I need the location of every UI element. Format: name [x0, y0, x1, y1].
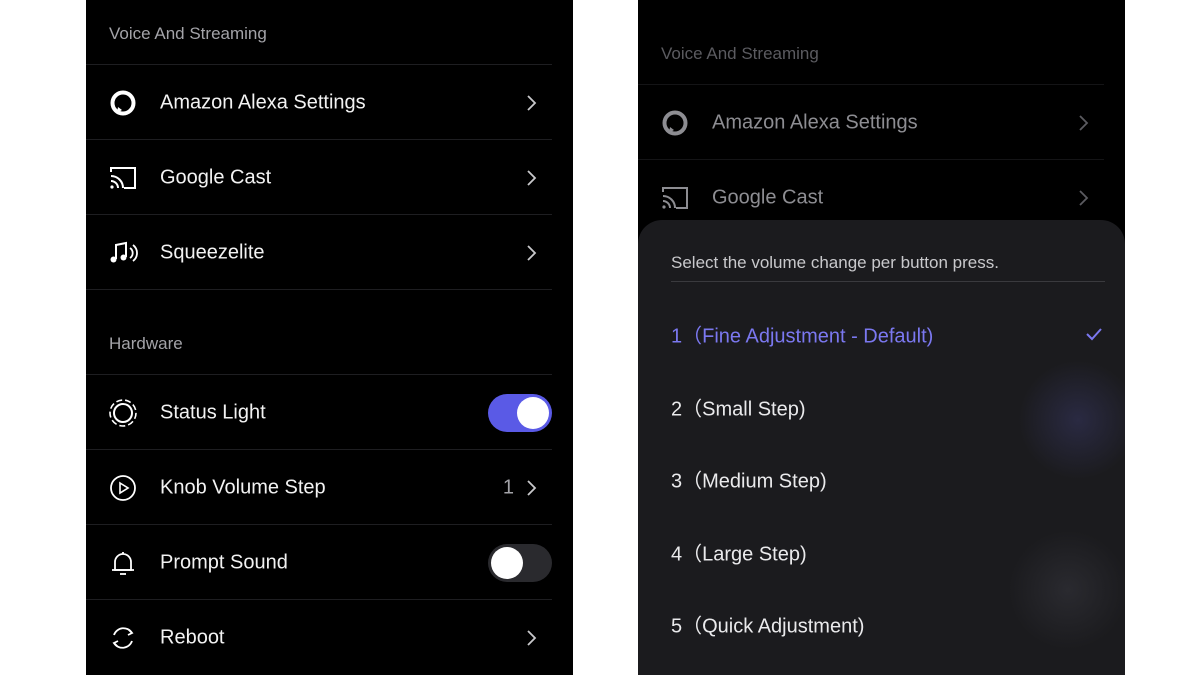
alexa-settings-row: Amazon Alexa Settings: [638, 84, 1104, 160]
toggle-knob: [517, 396, 549, 429]
row-label: Google Cast: [712, 186, 824, 208]
toggle-knob: [491, 546, 523, 579]
alexa-icon: [660, 108, 690, 138]
volume-step-sheet: Select the volume change per button pres…: [638, 220, 1125, 675]
prompt-sound-toggle[interactable]: [488, 543, 552, 582]
status-light-icon: [108, 398, 138, 428]
alexa-icon: [108, 88, 138, 118]
knob-volume-step-value: 1: [502, 476, 514, 498]
volume-option-5[interactable]: 5（Quick Adjustment): [671, 604, 1105, 644]
row-label: Reboot: [160, 626, 225, 648]
volume-option-4[interactable]: 4（Large Step): [671, 532, 1105, 572]
volume-option-3[interactable]: 3（Medium Step): [671, 459, 1105, 499]
option-label: 4（Large Step): [671, 543, 807, 566]
music-note-icon: [108, 238, 138, 268]
cast-icon: [660, 183, 690, 213]
row-label: Squeezelite: [160, 241, 265, 263]
prompt-sound-row: Prompt Sound: [86, 524, 552, 600]
option-label: 1（Fine Adjustment - Default): [671, 325, 934, 348]
option-label: 3（Medium Step): [671, 470, 827, 493]
option-label: 5（Quick Adjustment): [671, 615, 865, 638]
cast-icon: [108, 163, 138, 193]
sheet-title: Select the volume change per button pres…: [671, 253, 999, 272]
status-light-row: Status Light: [86, 374, 552, 450]
row-label: Status Light: [160, 401, 266, 423]
option-label: 2（Small Step): [671, 398, 806, 421]
section-header-hardware: Hardware: [109, 334, 183, 353]
play-circle-icon: [108, 473, 138, 503]
volume-step-screen: Voice And Streaming Amazon Alexa Setting…: [638, 0, 1125, 675]
reboot-icon: [108, 623, 138, 653]
section-header-voice-streaming: Voice And Streaming: [109, 24, 267, 43]
row-label: Amazon Alexa Settings: [160, 91, 366, 113]
squeezelite-row[interactable]: Squeezelite: [86, 214, 552, 290]
chevron-right-icon: [1076, 114, 1090, 132]
volume-option-1[interactable]: 1（Fine Adjustment - Default): [671, 314, 1105, 354]
chevron-right-icon: [524, 629, 538, 647]
chevron-right-icon: [524, 94, 538, 112]
knob-volume-step-row[interactable]: Knob Volume Step 1: [86, 449, 552, 525]
bell-icon: [108, 548, 138, 578]
chevron-right-icon: [524, 244, 538, 262]
google-cast-row[interactable]: Google Cast: [86, 139, 552, 215]
section-header-voice-streaming: Voice And Streaming: [661, 44, 819, 63]
divider: [86, 289, 552, 290]
volume-option-2[interactable]: 2（Small Step): [671, 387, 1105, 427]
row-label: Prompt Sound: [160, 551, 288, 573]
reboot-row[interactable]: Reboot: [86, 599, 552, 675]
status-light-toggle[interactable]: [488, 393, 552, 432]
row-label: Google Cast: [160, 166, 272, 188]
settings-screen: Voice And Streaming Amazon Alexa Setting…: [86, 0, 573, 675]
chevron-right-icon: [524, 479, 538, 497]
checkmark-icon: [1085, 327, 1103, 341]
row-label: Knob Volume Step: [160, 476, 326, 498]
chevron-right-icon: [524, 169, 538, 187]
chevron-right-icon: [1076, 189, 1090, 207]
row-label: Amazon Alexa Settings: [712, 111, 918, 133]
alexa-settings-row[interactable]: Amazon Alexa Settings: [86, 64, 552, 140]
divider: [671, 281, 1105, 282]
